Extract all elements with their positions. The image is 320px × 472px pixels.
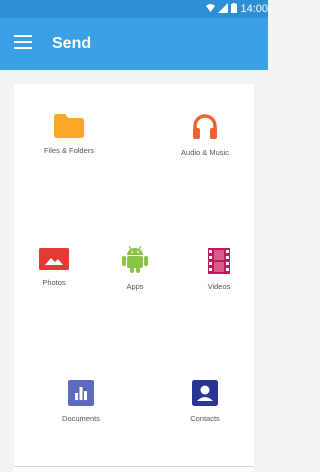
- android-icon: [122, 245, 148, 273]
- category-label: Audio & Music: [181, 148, 229, 157]
- category-files-folders[interactable]: Files & Folders: [28, 114, 110, 155]
- category-label: Documents: [62, 414, 100, 423]
- signal-icon: [218, 2, 229, 16]
- status-bar: 14:00: [0, 0, 268, 18]
- category-photos[interactable]: Photos: [26, 248, 82, 287]
- menu-button[interactable]: [14, 35, 32, 53]
- category-documents[interactable]: Documents: [46, 380, 116, 423]
- headphones-icon: [193, 114, 217, 139]
- category-label: Contacts: [190, 414, 220, 423]
- divider: [14, 466, 254, 467]
- menu-icon: [14, 35, 32, 49]
- category-audio-music[interactable]: Audio & Music: [160, 114, 250, 157]
- page-title: Send: [52, 35, 92, 52]
- battery-icon: [231, 2, 238, 16]
- status-time: 14:00: [240, 3, 268, 15]
- category-label: Apps: [126, 282, 144, 291]
- app-bar: Send: [0, 18, 268, 70]
- photo-icon: [39, 248, 69, 270]
- chart-icon: [68, 380, 94, 406]
- category-videos[interactable]: Videos: [194, 248, 244, 291]
- category-grid: Files & Folders Audio & Music Photos App…: [14, 84, 254, 472]
- film-icon: [208, 248, 230, 274]
- contact-card-icon: [192, 380, 218, 406]
- category-apps[interactable]: Apps: [118, 244, 152, 291]
- category-label: Videos: [207, 282, 231, 291]
- wifi-icon: [206, 3, 216, 16]
- status-icons: 14:00: [203, 2, 268, 16]
- category-contacts[interactable]: Contacts: [172, 380, 238, 423]
- folder-icon: [54, 114, 84, 138]
- category-label: Files & Folders: [43, 146, 94, 155]
- category-label: Photos: [42, 278, 66, 287]
